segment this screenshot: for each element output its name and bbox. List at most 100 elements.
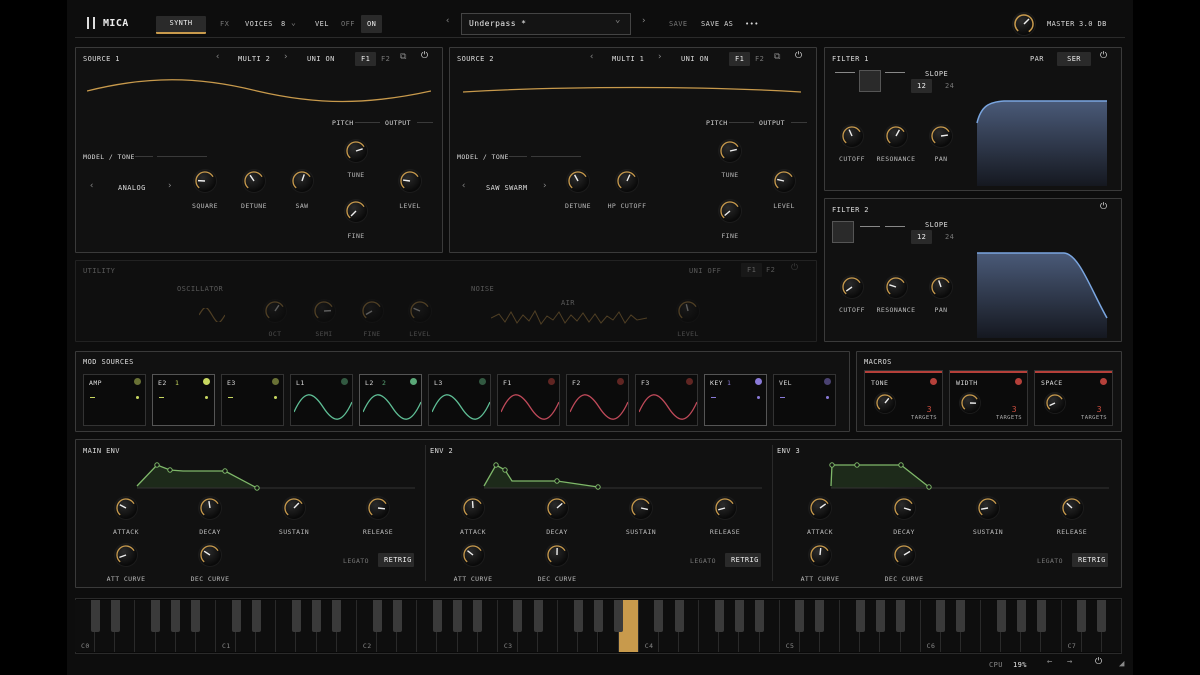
next-mode-icon[interactable]: › <box>657 52 663 62</box>
retrig-button[interactable]: RETRIG <box>378 553 414 567</box>
release-knob[interactable] <box>367 497 389 519</box>
pan-knob[interactable] <box>930 125 952 147</box>
macro-knob[interactable] <box>1045 393 1065 413</box>
chevron-down-icon[interactable]: ⌄ <box>291 18 296 27</box>
decay-knob[interactable] <box>199 497 221 519</box>
cutoff-knob[interactable] <box>841 125 863 147</box>
piano-black-key[interactable] <box>815 600 825 632</box>
piano-black-key[interactable] <box>392 600 402 632</box>
dec-curve-knob[interactable] <box>893 544 915 566</box>
copy-icon[interactable]: ⧉ <box>774 52 781 62</box>
bandpass-type-icon[interactable] <box>860 226 880 240</box>
power-icon[interactable]: ⏻ <box>1100 51 1108 61</box>
piano-black-key[interactable] <box>714 600 724 632</box>
piano-black-key[interactable] <box>896 600 906 632</box>
piano-black-key[interactable] <box>473 600 483 632</box>
decay-knob[interactable] <box>893 497 915 519</box>
piano-black-key[interactable] <box>956 600 966 632</box>
dec-curve-knob[interactable] <box>199 544 221 566</box>
next-model-icon[interactable]: › <box>542 181 548 191</box>
f1-button[interactable]: F1 <box>729 52 751 66</box>
lowpass-type-icon[interactable] <box>832 221 854 243</box>
tune-knob[interactable] <box>719 140 741 162</box>
piano-black-key[interactable] <box>654 600 664 632</box>
piano-black-key[interactable] <box>231 600 241 632</box>
piano-black-key[interactable] <box>312 600 322 632</box>
envelope-graph[interactable] <box>819 443 1119 493</box>
resonance-knob[interactable] <box>885 276 907 298</box>
legato-button[interactable]: LEGATO <box>690 557 716 565</box>
mod-source-cell[interactable]: F3 <box>635 374 698 426</box>
uni-select[interactable]: UNI ON <box>681 55 709 63</box>
power-icon[interactable]: ⏻ <box>791 263 799 273</box>
next-preset-icon[interactable]: › <box>641 16 647 26</box>
legato-button[interactable]: LEGATO <box>343 557 369 565</box>
piano-black-key[interactable] <box>795 600 805 632</box>
macro-knob[interactable] <box>960 393 980 413</box>
envelope-graph[interactable] <box>125 443 425 493</box>
save-button[interactable]: SAVE <box>663 17 693 31</box>
arrow-right-icon[interactable]: → <box>1067 657 1073 667</box>
piano-black-key[interactable] <box>936 600 946 632</box>
arrow-left-icon[interactable]: ← <box>1047 657 1053 667</box>
sustain-knob[interactable] <box>977 497 999 519</box>
detune-knob[interactable] <box>243 170 265 192</box>
hp-cutoff-knob[interactable] <box>616 170 638 192</box>
power-icon[interactable]: ⏻ <box>421 51 429 61</box>
lowpass-type-icon[interactable] <box>835 72 855 90</box>
attack-knob[interactable] <box>462 497 484 519</box>
par-button[interactable]: PAR <box>1030 55 1044 63</box>
att-curve-knob[interactable] <box>115 544 137 566</box>
prev-model-icon[interactable]: ‹ <box>89 181 95 191</box>
pan-knob[interactable] <box>930 276 952 298</box>
detune-knob[interactable] <box>567 170 589 192</box>
piano-black-key[interactable] <box>432 600 442 632</box>
highpass-type-icon[interactable] <box>885 72 905 90</box>
cutoff-knob[interactable] <box>841 276 863 298</box>
piano-black-key[interactable] <box>674 600 684 632</box>
piano-black-key[interactable] <box>513 600 523 632</box>
saw-knob[interactable] <box>291 170 313 192</box>
piano-black-key[interactable] <box>171 600 181 632</box>
macro-cell[interactable]: TONE 3 TARGETS <box>864 370 943 426</box>
chevron-down-icon[interactable]: ⌄ <box>615 15 621 25</box>
piano-black-key[interactable] <box>90 600 100 632</box>
mod-source-cell[interactable]: F1 <box>497 374 560 426</box>
retrig-button[interactable]: RETRIG <box>725 553 761 567</box>
vel-on-button[interactable]: ON <box>361 15 383 33</box>
power-icon[interactable]: ⏻ <box>1095 657 1103 667</box>
fine-knob[interactable] <box>345 200 367 222</box>
sustain-knob[interactable] <box>630 497 652 519</box>
power-icon[interactable]: ⏻ <box>795 51 803 61</box>
square-knob[interactable] <box>194 170 216 192</box>
macro-cell[interactable]: SPACE 3 TARGETS <box>1034 370 1113 426</box>
release-knob[interactable] <box>1061 497 1083 519</box>
master-knob[interactable] <box>1013 13 1035 35</box>
oct-knob[interactable] <box>264 300 286 322</box>
level-knob[interactable] <box>409 300 431 322</box>
piano-black-key[interactable] <box>1016 600 1026 632</box>
piano-black-key[interactable] <box>191 600 201 632</box>
macro-cell[interactable]: WIDTH 3 TARGETS <box>949 370 1028 426</box>
piano-black-key[interactable] <box>594 600 603 632</box>
legato-button[interactable]: LEGATO <box>1037 557 1063 565</box>
decay-knob[interactable] <box>546 497 568 519</box>
tune-knob[interactable] <box>345 140 367 162</box>
slope-24-button[interactable]: 24 <box>939 230 960 244</box>
vel-off-button[interactable]: OFF <box>335 17 361 31</box>
slope-12-button[interactable]: 12 <box>911 79 933 93</box>
sine-wave-icon[interactable] <box>199 308 225 322</box>
more-menu-button[interactable]: ••• <box>739 17 765 31</box>
piano-black-key[interactable] <box>755 600 765 632</box>
prev-preset-icon[interactable]: ‹ <box>445 16 451 26</box>
mod-source-cell[interactable]: AMP <box>83 374 146 426</box>
attack-knob[interactable] <box>115 497 137 519</box>
mod-source-cell[interactable]: L1 <box>290 374 353 426</box>
retrig-button[interactable]: RETRIG <box>1072 553 1108 567</box>
mod-source-cell[interactable]: VEL <box>773 374 836 426</box>
ser-button[interactable]: SER <box>1057 52 1091 66</box>
fine-knob[interactable] <box>361 300 383 322</box>
piano-black-key[interactable] <box>291 600 301 632</box>
piano-black-key[interactable] <box>110 600 120 632</box>
piano-black-key[interactable] <box>734 600 744 632</box>
